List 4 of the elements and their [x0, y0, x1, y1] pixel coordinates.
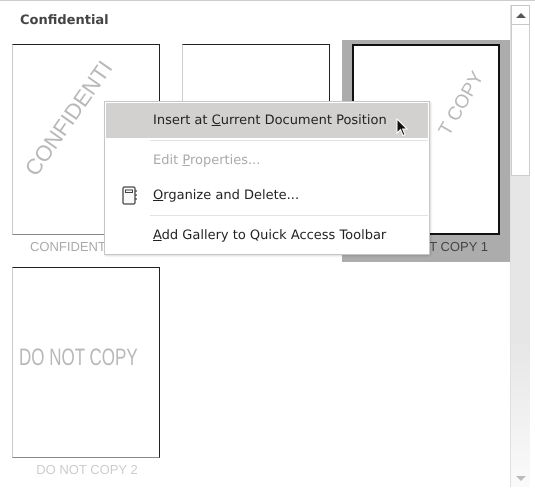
gallery-heading: Confidential — [19, 12, 110, 30]
watermark-text: DO NOT COPY — [19, 344, 138, 372]
item-label: T COPY 1 — [429, 238, 488, 254]
item-label: CONFIDENT — [30, 238, 106, 254]
